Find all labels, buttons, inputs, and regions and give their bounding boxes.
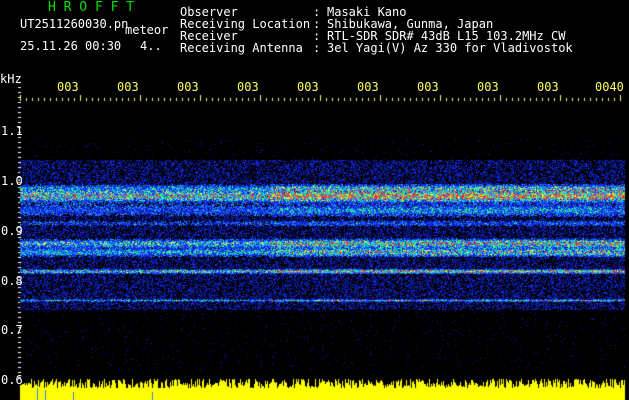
y-tick-label: 0.7 bbox=[1, 323, 23, 337]
y-tick-label: 1.1 bbox=[1, 124, 23, 138]
x-tick-label: 003 bbox=[537, 80, 559, 94]
y-tick-label: 0.8 bbox=[1, 274, 23, 288]
y-tick-label: 0.6 bbox=[1, 373, 23, 387]
file-name: UT2511260030.pn bbox=[20, 17, 129, 31]
mode-label: meteor bbox=[125, 23, 169, 37]
x-tick-label: 003 bbox=[477, 80, 499, 94]
info-value-antenna: 3el Yagi(V) Az 330 for Vladivostok bbox=[327, 41, 573, 55]
x-tick-label: 003 bbox=[417, 80, 439, 94]
y-axis-unit: kHz bbox=[0, 72, 22, 86]
spectrogram-canvas bbox=[0, 0, 629, 400]
x-tick-label: 003 bbox=[177, 80, 199, 94]
x-tick-label: 003 bbox=[357, 80, 379, 94]
info-colon: : bbox=[313, 41, 321, 55]
info-label-antenna: Receiving Antenna bbox=[180, 41, 303, 55]
timestamp: 25.11.26 00:30 bbox=[20, 39, 122, 53]
y-tick-label: 0.9 bbox=[1, 224, 23, 238]
status-flag: 4.. bbox=[140, 39, 162, 53]
app-title: H R O F F T bbox=[48, 0, 135, 15]
y-tick-label: 1.0 bbox=[1, 174, 23, 188]
x-tick-label: 003 bbox=[297, 80, 319, 94]
x-tick-label: 003 bbox=[117, 80, 139, 94]
x-tick-label: 0040 bbox=[595, 80, 624, 94]
x-tick-label: 003 bbox=[57, 80, 79, 94]
x-tick-label: 003 bbox=[237, 80, 259, 94]
